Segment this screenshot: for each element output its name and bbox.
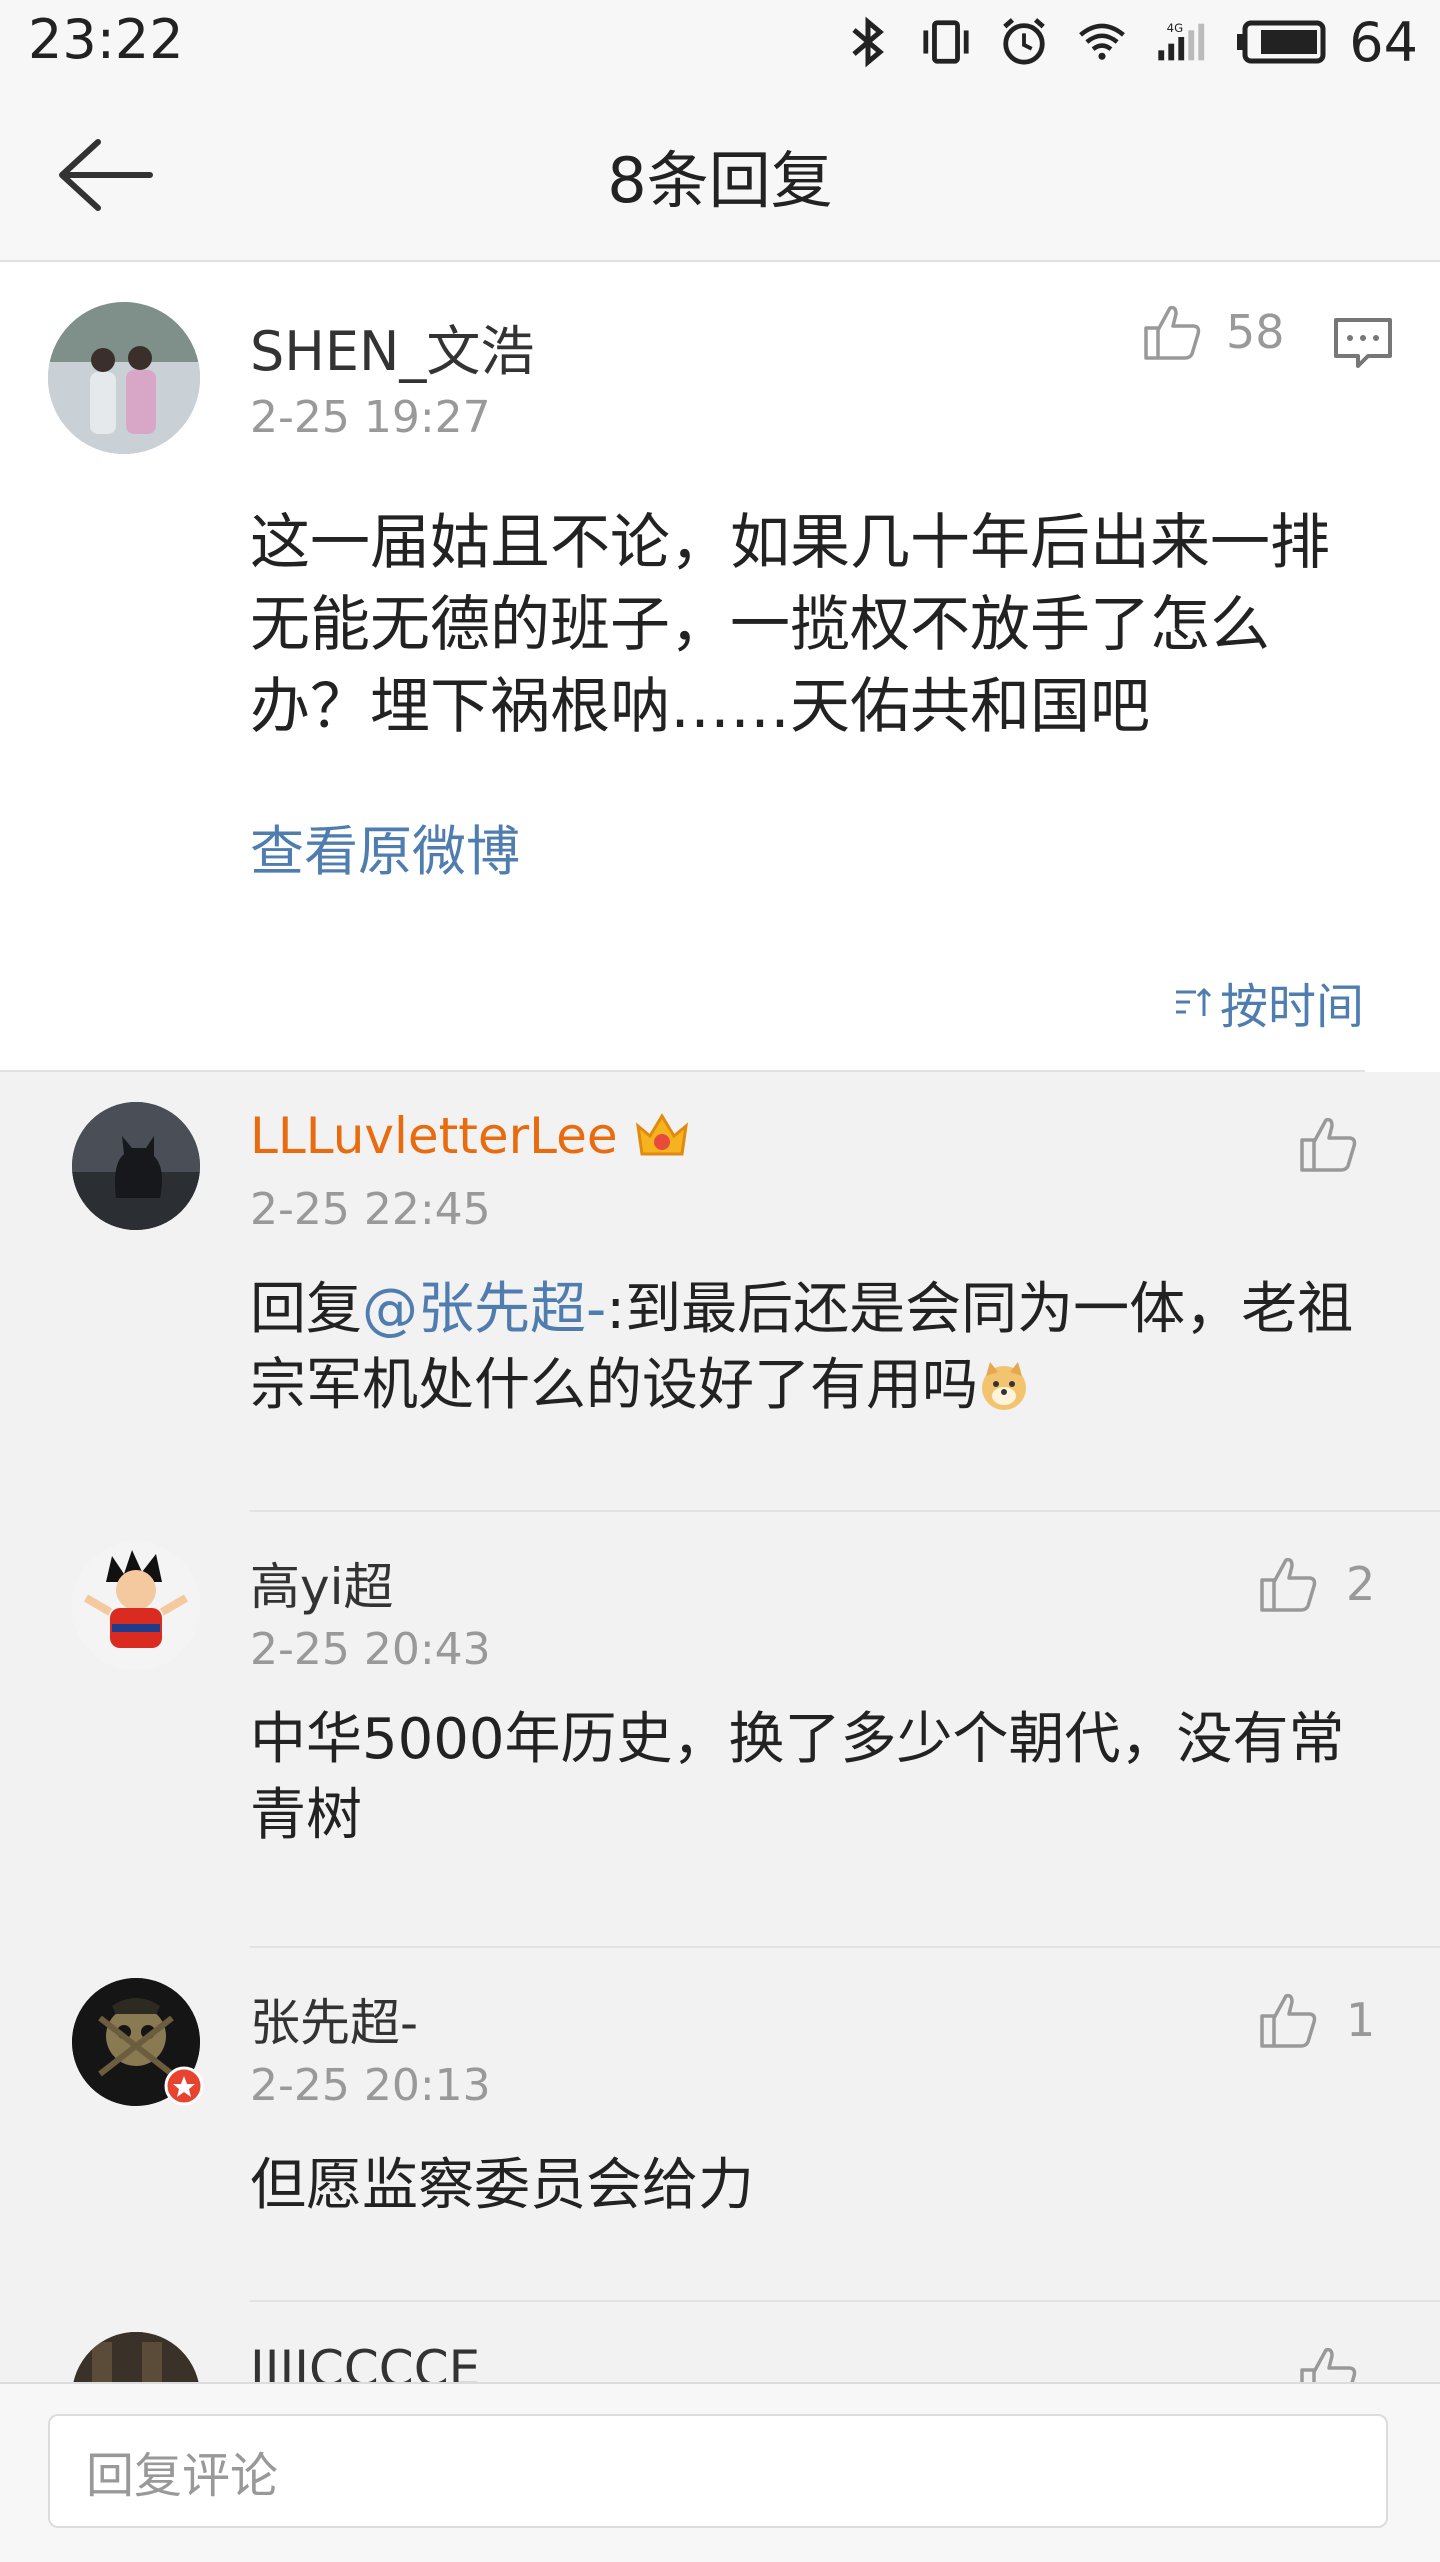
like-count: 58: [1226, 305, 1285, 359]
reply-prefix: 回复: [250, 1277, 362, 1342]
thumbs-up-icon: [1260, 1557, 1317, 1612]
timestamp: 2-25 20:13: [250, 2060, 491, 2111]
vibrate-icon: [921, 17, 971, 67]
timestamp: 2-25 22:45: [250, 1184, 491, 1235]
username[interactable]: SHEN_文浩: [250, 307, 534, 386]
like-button[interactable]: 58: [1140, 300, 1285, 364]
sort-icon: [1175, 987, 1212, 1016]
thumbs-up-icon: [1144, 305, 1201, 360]
status-time: 23:22: [28, 8, 184, 71]
comment-text: 这一届姑且不论，如果几十年后出来一排无能无德的班子，一揽权不放手了怎么办？埋下祸…: [250, 508, 1330, 742]
sort-label: 按时间: [1219, 979, 1364, 1035]
like-button[interactable]: 2: [1256, 1552, 1375, 1616]
signal-4g-icon: 4G: [1155, 17, 1205, 67]
reply-bar: 回复评论: [0, 2382, 1440, 2562]
battery-level: 64: [1349, 10, 1418, 74]
thumbs-up-icon: [1300, 2347, 1357, 2382]
thumbs-up-icon: [1300, 1117, 1357, 1172]
username[interactable]: IIIICCCCE: [250, 2340, 480, 2382]
alarm-icon: [999, 17, 1049, 67]
page-title: 8条回复: [607, 144, 833, 217]
list-item: 高yi超 2-25 20:43 2 中华5000年历史，换了多少个朝代，没有常青…: [0, 1512, 1440, 1946]
comment-text: 中华5000年历史，换了多少个朝代，没有常青树: [250, 1707, 1345, 1848]
username-label: LLLuvletterLee: [250, 1107, 618, 1165]
wifi-icon: [1077, 17, 1127, 67]
original-comment: SHEN_文浩 2-25 19:27 58 这一届姑且不论，如果几十年后出来一排…: [0, 262, 1440, 1072]
status-bar: 23:22 4G 64: [0, 0, 1440, 90]
avatar[interactable]: [72, 1978, 204, 2106]
view-original-link[interactable]: 查看原微博: [250, 807, 520, 886]
doge-emoji-icon: [982, 1362, 1026, 1410]
list-item: LLLuvletterLee 2-25 22:45 回复@张先超-:到最后还是会…: [0, 1072, 1440, 1510]
timestamp: 2-25 20:43: [250, 1624, 491, 1675]
comment-icon: [1334, 318, 1392, 368]
thumbs-up-icon: [1260, 1993, 1317, 2048]
like-button[interactable]: [1296, 2342, 1360, 2382]
username[interactable]: 高yi超: [250, 1547, 393, 1619]
username[interactable]: 张先超-: [250, 1983, 418, 2055]
comment-text: 但愿监察委员会给力: [250, 2153, 754, 2218]
list-item: 张先超- 2-25 20:13 1 但愿监察委员会给力: [0, 1948, 1440, 2300]
bluetooth-icon: [843, 16, 893, 68]
svg-text:4G: 4G: [1167, 21, 1183, 35]
mention-link[interactable]: @张先超-: [362, 1277, 606, 1342]
vip-crown-icon: [635, 1113, 688, 1156]
avatar[interactable]: [72, 1102, 200, 1230]
like-button[interactable]: 1: [1256, 1988, 1375, 2052]
like-count: 1: [1346, 1993, 1376, 2047]
sort-button[interactable]: 按时间: [1172, 967, 1364, 1037]
avatar[interactable]: [48, 302, 200, 454]
like-count: 2: [1346, 1557, 1376, 1611]
comment-button[interactable]: [1330, 310, 1396, 376]
list-item: IIIICCCCE: [0, 2302, 1440, 2382]
timestamp: 2-25 19:27: [250, 392, 491, 443]
battery-icon: [1233, 17, 1329, 67]
avatar[interactable]: [72, 2332, 200, 2382]
comment-text: 回复@张先超-:到最后还是会同为一体，老祖宗军机处什么的设好了有用吗: [250, 1272, 1360, 1424]
verified-badge-icon: [164, 2066, 204, 2106]
status-icons: 4G 64: [843, 10, 1418, 74]
nav-bar: 8条回复: [0, 90, 1440, 262]
reply-input[interactable]: 回复评论: [48, 2414, 1388, 2528]
like-button[interactable]: [1296, 1112, 1360, 1176]
avatar[interactable]: [72, 1542, 200, 1670]
username[interactable]: LLLuvletterLee: [250, 1107, 692, 1165]
